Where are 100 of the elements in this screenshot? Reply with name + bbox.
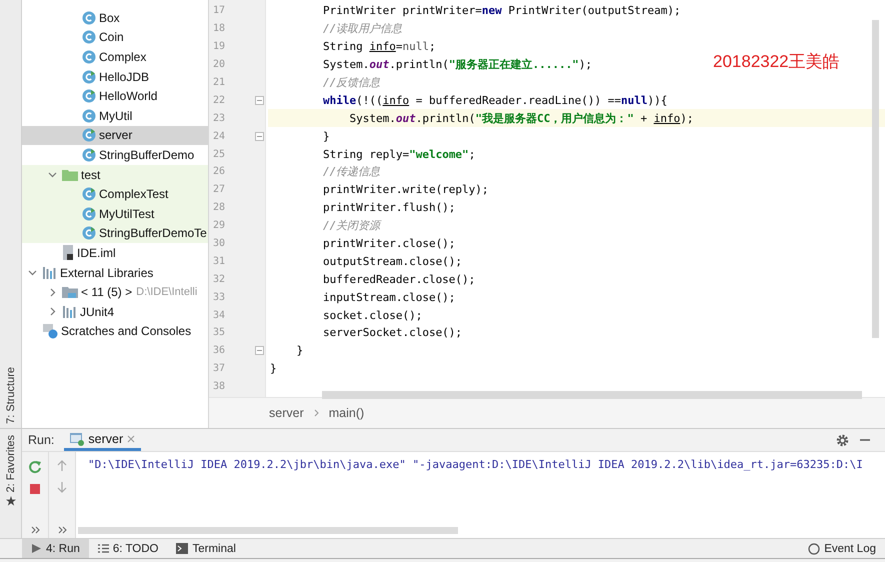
breadcrumb[interactable]: main() <box>328 406 364 420</box>
sdk-folder-icon <box>62 286 78 299</box>
tree-item[interactable]: External Libraries <box>60 266 154 280</box>
folder-icon <box>62 168 78 182</box>
run-icon <box>31 543 42 554</box>
code-line: //关闭资源 <box>322 218 380 234</box>
tree-item[interactable]: HelloWorld <box>99 89 158 104</box>
up-arrow-icon[interactable] <box>56 460 68 472</box>
scratches-icon <box>42 323 58 340</box>
code-line: //反馈信息 <box>322 75 380 90</box>
line-number: 36 <box>213 345 226 356</box>
file-icon <box>62 245 74 260</box>
class-icon <box>82 10 96 25</box>
line-number: 18 <box>213 23 226 34</box>
runnable-class-icon <box>82 128 96 142</box>
tree-item[interactable]: JUnit4 <box>80 304 114 319</box>
library-icon <box>62 305 77 318</box>
line-number: 23 <box>213 112 226 124</box>
code-line: System.out.println("我是服务器CC，用户信息为：" + info); <box>348 110 694 126</box>
horizontal-scrollbar[interactable] <box>78 527 458 534</box>
close-icon[interactable] <box>127 434 136 442</box>
code-line: System.out.println("服务器正在建立......"); <box>322 57 592 72</box>
line-number: 17 <box>213 5 226 16</box>
fold-marker-icon[interactable] <box>255 346 264 356</box>
code-line: //传递信息 <box>322 164 380 180</box>
tool-window-tab[interactable]: 6: TODO <box>88 539 168 558</box>
chevron-right-icon <box>314 409 319 418</box>
list-icon <box>98 543 109 554</box>
console-icon <box>70 432 84 446</box>
run-tab[interactable]: server <box>64 429 142 451</box>
tree-item[interactable]: HelloJDB <box>99 70 150 84</box>
tree-item[interactable]: Complex <box>99 50 146 64</box>
double-chevron-icon[interactable] <box>58 526 66 534</box>
code-line: } <box>270 362 277 376</box>
tree-item[interactable]: server <box>99 128 132 142</box>
code-line: socket.close(); <box>322 308 422 322</box>
tool-window-tab[interactable]: 4: Run <box>22 539 89 558</box>
chevron-down-icon[interactable] <box>46 170 58 180</box>
settings-icon[interactable] <box>836 434 849 446</box>
code-line: while(!((info = bufferedReader.readLine()) ==null)){ <box>322 94 668 107</box>
code-line: serverSocket.close(); <box>322 326 462 340</box>
line-number: 28 <box>213 202 226 214</box>
panel-title: Run: <box>28 433 54 447</box>
vertical-scrollbar[interactable] <box>872 20 879 338</box>
console-output: "D:\IDE\IntelliJ IDEA 2019.2.2\jbr\bin\java.exe" "-javaagent:D:\IDE\IntelliJ IDEA 2019.2.2\lib\idea_rt.jar=63235:D:\I <box>88 458 864 471</box>
fold-marker-icon[interactable] <box>255 132 264 141</box>
star-icon <box>6 496 16 506</box>
line-number: 33 <box>213 292 226 303</box>
tree-item[interactable]: Box <box>99 10 120 25</box>
stop-icon[interactable] <box>29 483 41 495</box>
breadcrumb[interactable]: server <box>269 406 304 420</box>
runnable-class-icon <box>82 206 96 221</box>
code-line: } <box>295 344 304 358</box>
runnable-class-icon <box>82 70 96 84</box>
line-number: 35 <box>213 327 226 338</box>
down-arrow-icon[interactable] <box>56 481 68 493</box>
tree-item[interactable]: MyUtil <box>99 108 132 123</box>
line-number: 19 <box>213 41 226 52</box>
event-log-button[interactable]: Event Log <box>799 539 885 558</box>
tree-item[interactable]: < 11 (5) > <box>81 285 132 300</box>
tree-item[interactable]: test <box>81 168 100 182</box>
code-line: printWriter.close(); <box>322 237 456 250</box>
class-icon <box>82 30 96 44</box>
line-number: 25 <box>213 148 226 160</box>
structure-tab[interactable]: 7: Structure <box>4 367 16 424</box>
code-line: printWriter.write(reply); <box>322 183 489 196</box>
line-number: 20 <box>213 59 226 70</box>
code-line: inputStream.close(); <box>322 290 456 304</box>
class-icon <box>82 108 96 123</box>
line-number: 29 <box>213 220 226 232</box>
terminal-icon <box>176 543 188 554</box>
line-number: 34 <box>213 310 226 321</box>
tree-item[interactable]: IDE.iml <box>77 246 116 260</box>
library-icon <box>42 266 57 280</box>
class-icon <box>82 50 96 64</box>
tree-item[interactable]: StringBufferDemo <box>99 148 194 162</box>
code-line: printWriter.flush(); <box>322 201 456 214</box>
tool-window-tab[interactable]: Terminal <box>167 539 245 558</box>
horizontal-scrollbar[interactable] <box>322 391 862 400</box>
chevron-down-icon[interactable] <box>26 268 38 278</box>
rerun-icon[interactable] <box>28 460 42 474</box>
line-number: 21 <box>213 77 226 88</box>
runnable-class-icon <box>82 187 96 202</box>
path-hint: D:\IDE\Intelli <box>136 286 198 298</box>
tree-item[interactable]: Scratches and Consoles <box>61 324 192 338</box>
handwritten-annotation: 20182322王美皓 <box>713 51 840 73</box>
favorites-tab[interactable]: 2: Favorites <box>4 435 16 492</box>
line-number: 37 <box>213 363 226 374</box>
tree-item[interactable]: Coin <box>99 30 124 44</box>
code-line: PrintWriter printWriter=new PrintWriter(outputStream); <box>322 4 681 18</box>
double-chevron-icon[interactable] <box>30 526 40 534</box>
code-line: String reply="welcome"; <box>322 148 476 161</box>
line-number: 30 <box>213 238 226 250</box>
code-line: bufferedReader.close(); <box>322 272 476 286</box>
line-number: 26 <box>213 166 226 178</box>
line-number: 32 <box>213 274 226 285</box>
code-line: } <box>322 130 330 143</box>
code-line: //读取用户信息 <box>322 21 402 36</box>
fold-marker-icon[interactable] <box>255 96 264 105</box>
line-number: 38 <box>213 381 226 392</box>
